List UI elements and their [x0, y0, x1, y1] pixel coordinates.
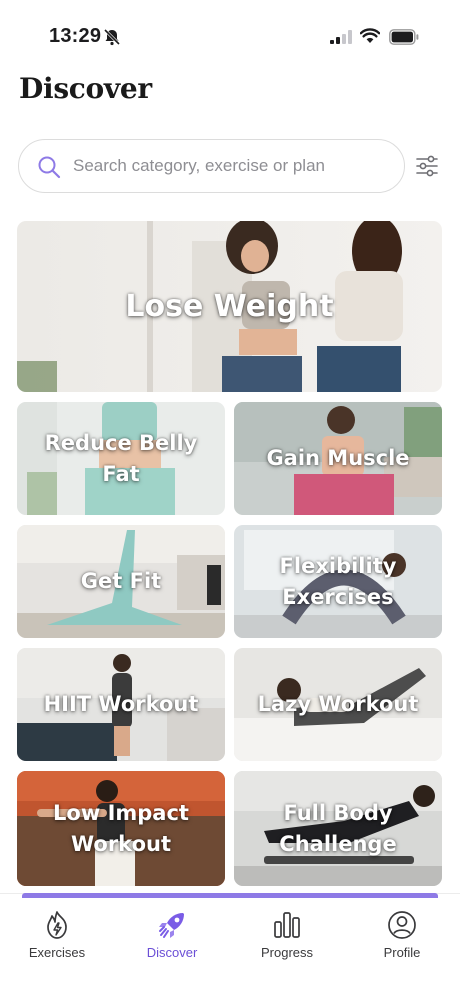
bell-muted-icon: [103, 28, 121, 46]
search-box[interactable]: [18, 139, 405, 193]
signal-icon: [330, 30, 352, 44]
status-bar: 13:29: [0, 0, 460, 60]
category-card-lazy-workout[interactable]: Lazy Workout: [234, 648, 442, 761]
category-label: Lazy Workout: [257, 692, 419, 716]
category-card-lose-weight[interactable]: Lose Weight: [17, 221, 442, 392]
flame-icon: [47, 911, 67, 939]
content-peek-bar: [22, 893, 438, 898]
category-card-full-body-challenge[interactable]: Full Body Challenge: [234, 771, 442, 886]
category-label: Low Impact Workout: [53, 800, 189, 856]
category-label: Flexibility Exercises: [279, 553, 397, 609]
page-title: Discover: [19, 72, 152, 105]
search-icon: [38, 156, 61, 179]
tab-label: Discover: [146, 945, 198, 960]
filter-sliders-icon[interactable]: [415, 154, 439, 178]
battery-icon: [389, 29, 419, 45]
category-label: Gain Muscle: [266, 446, 410, 470]
category-card-get-fit[interactable]: Get Fit: [17, 525, 225, 638]
tab-label: Exercises: [28, 945, 86, 960]
category-label: Lose Weight: [125, 289, 334, 324]
category-label: HIIT Workout: [43, 692, 199, 716]
bar-chart-icon: [274, 912, 300, 938]
tab-discover[interactable]: Discover: [122, 910, 222, 966]
tab-exercises[interactable]: Exercises: [7, 910, 107, 966]
tab-profile[interactable]: Profile: [352, 910, 452, 966]
tab-progress[interactable]: Progress: [237, 910, 337, 966]
category-card-low-impact-workout[interactable]: Low Impact Workout: [17, 771, 225, 886]
category-label: Full Body Challenge: [279, 800, 397, 856]
wifi-icon: [360, 28, 380, 43]
category-card-gain-muscle[interactable]: Gain Muscle: [234, 402, 442, 515]
user-icon: [388, 911, 416, 939]
tab-label: Progress: [260, 945, 314, 960]
category-label: Reduce Belly Fat: [44, 430, 198, 486]
tab-label: Profile: [383, 945, 421, 960]
category-label: Get Fit: [80, 569, 162, 593]
rocket-icon: [159, 913, 184, 938]
search-input[interactable]: [73, 140, 393, 191]
category-card-flexibility-exercises[interactable]: Flexibility Exercises: [234, 525, 442, 638]
category-card-reduce-belly-fat[interactable]: Reduce Belly Fat: [17, 402, 225, 515]
category-card-hiit-workout[interactable]: HIIT Workout: [17, 648, 225, 761]
status-time: 13:29: [49, 25, 102, 47]
